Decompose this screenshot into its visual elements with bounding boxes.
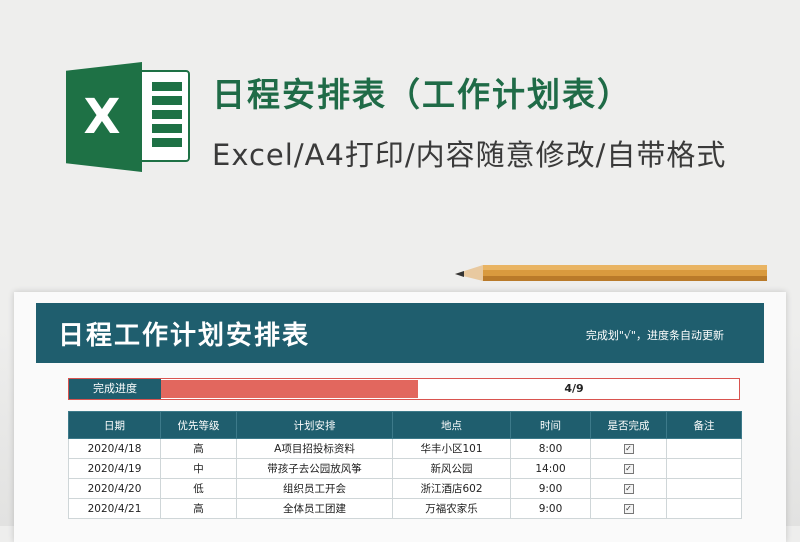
table-row: 2020/4/19 中 带孩子去公园放风筝 新风公园 14:00 ✓ <box>68 458 742 479</box>
column-header-place[interactable]: 地点 <box>392 411 511 439</box>
sheet-title: 日程工作计划安排表 <box>58 321 311 351</box>
column-header-done[interactable]: 是否完成 <box>590 411 667 439</box>
checkbox-checked-icon[interactable]: ✓ <box>623 483 634 494</box>
cell-done[interactable]: ✓ <box>590 438 667 459</box>
column-header-plan[interactable]: 计划安排 <box>236 411 393 439</box>
pencil-icon <box>455 265 767 281</box>
checkbox-checked-icon[interactable]: ✓ <box>623 463 634 474</box>
column-header-priority[interactable]: 优先等级 <box>160 411 237 439</box>
cell-time[interactable]: 9:00 <box>510 498 591 519</box>
cell-note[interactable] <box>666 438 742 459</box>
cell-place[interactable]: 浙江酒店602 <box>392 478 511 499</box>
cell-place[interactable]: 万福农家乐 <box>392 498 511 519</box>
cell-plan[interactable]: A项目招投标资料 <box>236 438 393 459</box>
page-title: 日程安排表（工作计划表） <box>212 75 632 114</box>
cell-date[interactable]: 2020/4/19 <box>68 458 161 479</box>
cell-plan[interactable]: 全体员工团建 <box>236 498 393 519</box>
cell-date[interactable]: 2020/4/18 <box>68 438 161 459</box>
cell-priority[interactable]: 中 <box>160 458 237 479</box>
cell-date[interactable]: 2020/4/20 <box>68 478 161 499</box>
cell-place[interactable]: 新风公园 <box>392 458 511 479</box>
cell-place[interactable]: 华丰小区101 <box>392 438 511 459</box>
excel-logo-icon: X <box>66 62 194 172</box>
cell-priority[interactable]: 低 <box>160 478 237 499</box>
logo-front: X <box>66 62 142 172</box>
logo-letter: X <box>83 89 121 145</box>
logo-cell <box>152 96 182 105</box>
cell-priority[interactable]: 高 <box>160 498 237 519</box>
column-header-note[interactable]: 备注 <box>666 411 742 439</box>
column-header-date[interactable]: 日期 <box>68 411 161 439</box>
cell-note[interactable] <box>666 478 742 499</box>
logo-cell <box>152 110 182 119</box>
schedule-table: 日期 优先等级 计划安排 地点 时间 是否完成 备注 2020/4/18 高 A… <box>68 411 742 519</box>
logo-cell <box>152 124 182 133</box>
cell-plan[interactable]: 组织员工开会 <box>236 478 393 499</box>
table-row: 2020/4/18 高 A项目招投标资料 华丰小区101 8:00 ✓ <box>68 438 742 459</box>
progress-fill <box>161 380 418 398</box>
cell-note[interactable] <box>666 498 742 519</box>
cell-done[interactable]: ✓ <box>590 458 667 479</box>
cell-done[interactable]: ✓ <box>590 478 667 499</box>
page-subtitle: Excel/A4打印/内容随意修改/自带格式 <box>212 138 727 172</box>
table-row: 2020/4/21 高 全体员工团建 万福农家乐 9:00 ✓ <box>68 498 742 519</box>
cell-priority[interactable]: 高 <box>160 438 237 459</box>
sheet-banner: 日程工作计划安排表 完成划"√"，进度条自动更新 <box>36 303 764 363</box>
progress-value: 4/9 <box>564 382 584 395</box>
logo-cell <box>152 138 182 147</box>
logo-cell <box>152 82 182 91</box>
column-header-time[interactable]: 时间 <box>510 411 591 439</box>
table-header-row: 日期 优先等级 计划安排 地点 时间 是否完成 备注 <box>68 411 742 439</box>
cell-time[interactable]: 14:00 <box>510 458 591 479</box>
checkbox-checked-icon[interactable]: ✓ <box>623 503 634 514</box>
cell-done[interactable]: ✓ <box>590 498 667 519</box>
checkbox-checked-icon[interactable]: ✓ <box>623 443 634 454</box>
cell-time[interactable]: 9:00 <box>510 478 591 499</box>
cell-date[interactable]: 2020/4/21 <box>68 498 161 519</box>
progress-bar: 完成进度 4/9 <box>68 378 740 400</box>
cell-time[interactable]: 8:00 <box>510 438 591 459</box>
cell-note[interactable] <box>666 458 742 479</box>
progress-label: 完成进度 <box>69 379 161 399</box>
table-row: 2020/4/20 低 组织员工开会 浙江酒店602 9:00 ✓ <box>68 478 742 499</box>
cell-plan[interactable]: 带孩子去公园放风筝 <box>236 458 393 479</box>
sheet-note: 完成划"√"，进度条自动更新 <box>585 329 724 342</box>
